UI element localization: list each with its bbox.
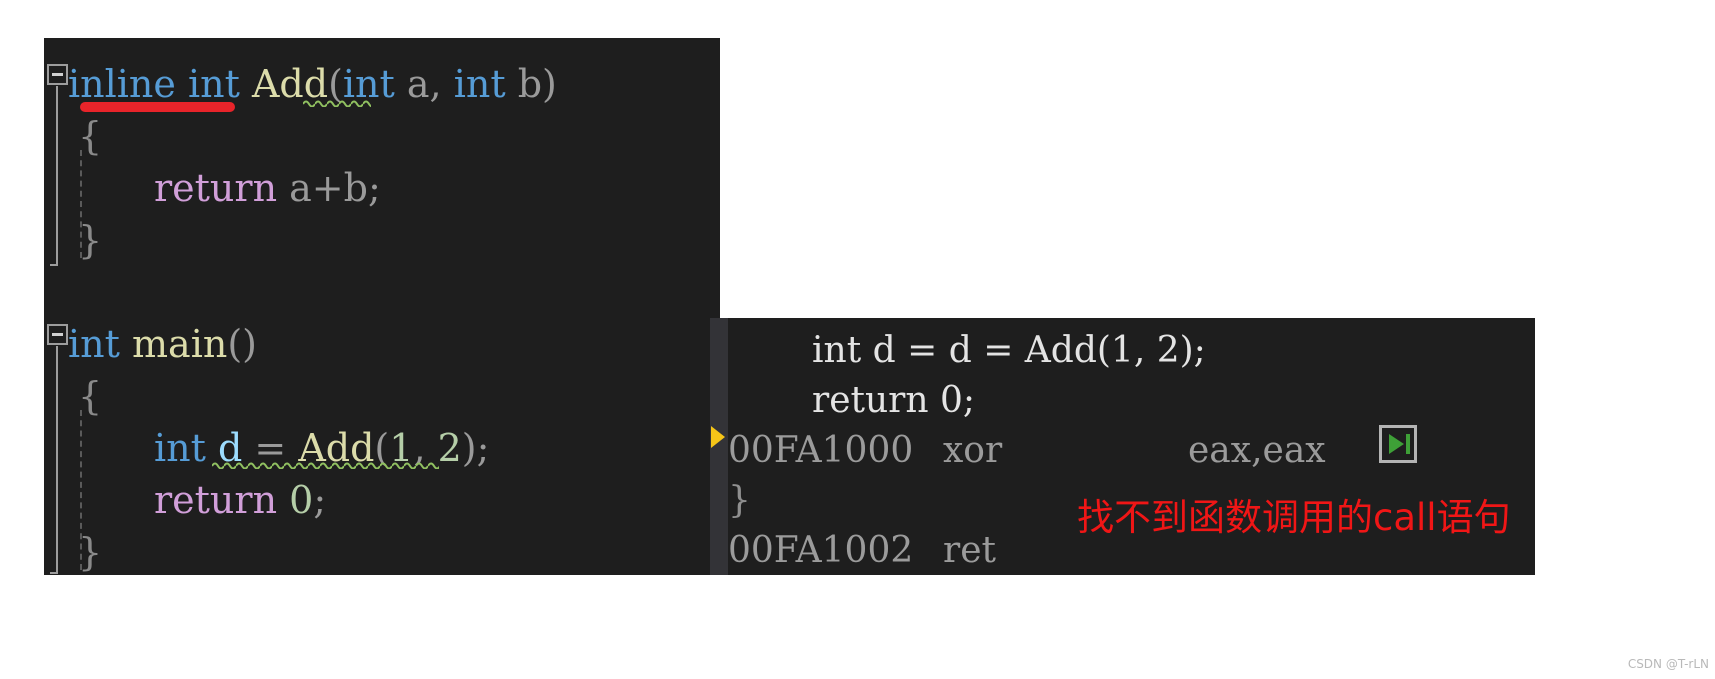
watermark: CSDN @T-rLN bbox=[1627, 657, 1709, 671]
keyword-inline: inline bbox=[68, 62, 176, 106]
collapse-main-function[interactable] bbox=[47, 324, 68, 345]
space-main bbox=[120, 322, 132, 366]
disasm-mnemonic-ret: ret bbox=[943, 530, 996, 571]
outline-bar-add-function bbox=[50, 86, 58, 266]
space-return-zero bbox=[277, 478, 289, 522]
run-to-cursor-button[interactable] bbox=[1379, 425, 1417, 463]
expression-a-plus-b: a+b; bbox=[277, 166, 381, 210]
keyword-int-d: int bbox=[154, 426, 206, 470]
code-line-return-zero: return 0; bbox=[154, 474, 326, 526]
code-line-brace-close-main: } bbox=[78, 530, 103, 574]
keyword-int-param-b: int bbox=[453, 62, 506, 106]
inline-keyword-red-underline bbox=[80, 102, 235, 112]
keyword-int-return: int bbox=[175, 62, 252, 106]
add-identifier-green-squiggle bbox=[303, 98, 371, 107]
keyword-int-main: int bbox=[68, 322, 120, 366]
outline-bar-main-function bbox=[50, 346, 58, 574]
code-line-brace-open-main: { bbox=[78, 374, 103, 418]
code-editor-panel[interactable]: inline int Add(int a, int b) { return a+… bbox=[44, 38, 720, 575]
collapse-add-function[interactable] bbox=[47, 64, 68, 85]
semicolon-return: ; bbox=[313, 478, 327, 522]
add-call-green-squiggle bbox=[212, 460, 439, 469]
code-line-brace-close-add: } bbox=[78, 218, 103, 262]
call-paren-close: ); bbox=[461, 426, 490, 470]
play-triangle-icon bbox=[1389, 434, 1404, 454]
current-instruction-pointer-icon bbox=[711, 426, 725, 448]
disasm-address-00fa1000: 00FA1000 bbox=[728, 430, 914, 471]
disasm-address-00fa1002: 00FA1002 bbox=[728, 530, 914, 571]
disasm-source-line-return-zero: return 0; bbox=[812, 380, 976, 421]
argument-two: 2 bbox=[437, 426, 462, 470]
code-line-brace-open-add: { bbox=[78, 114, 103, 158]
disassembly-gutter[interactable] bbox=[710, 318, 728, 575]
code-line-main-signature: int main() bbox=[68, 318, 257, 370]
function-name-main: main bbox=[132, 322, 228, 366]
disasm-mnemonic-xor: xor bbox=[943, 430, 1003, 471]
keyword-return-add: return bbox=[154, 166, 278, 210]
code-line-return-a-plus-b: return a+b; bbox=[154, 162, 381, 214]
param-b: b) bbox=[505, 62, 557, 106]
param-a: a, bbox=[394, 62, 454, 106]
annotation-no-call-statement: 找不到函数调用的call语句 bbox=[1077, 496, 1511, 539]
disasm-source-line-int-d: int d = d = Add(1, 2); bbox=[812, 330, 1206, 371]
literal-zero: 0 bbox=[289, 478, 314, 522]
main-parens: () bbox=[227, 322, 257, 366]
disasm-source-brace-close: } bbox=[728, 480, 751, 521]
keyword-return-main: return bbox=[154, 478, 278, 522]
cursor-bar-icon bbox=[1406, 434, 1410, 454]
disasm-operands-eax-eax: eax,eax bbox=[1188, 430, 1326, 471]
